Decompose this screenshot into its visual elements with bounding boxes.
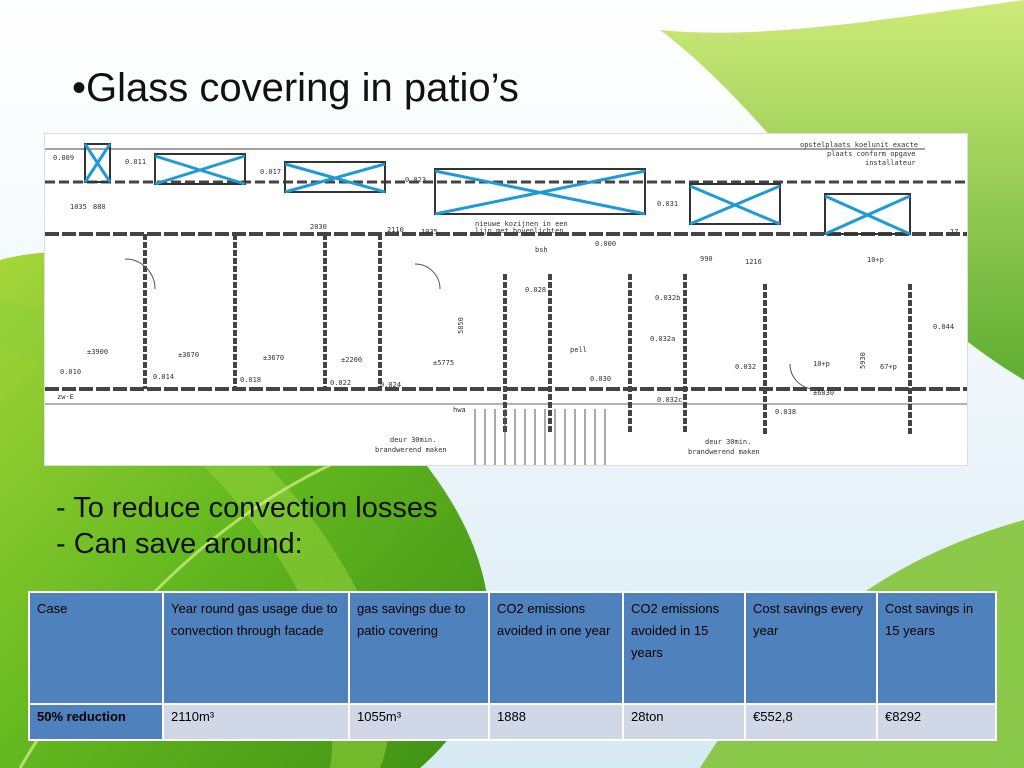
- plan-label: brandwerend maken: [375, 446, 447, 454]
- table-cell: 50% reduction: [28, 703, 164, 741]
- plan-label: 0.044: [933, 323, 954, 331]
- plan-label: lijn met bovenlichten: [475, 227, 564, 235]
- plan-label: 67+p: [880, 363, 897, 371]
- plan-label: 10+p: [813, 360, 830, 368]
- plan-label: 0.009: [53, 154, 74, 162]
- plan-label: 0.032a: [650, 335, 675, 343]
- plan-label: 0.000: [595, 240, 616, 248]
- table-cell: 28ton: [622, 703, 746, 741]
- plan-label: 0.032b: [655, 294, 680, 302]
- header-case: Case: [28, 591, 164, 705]
- plan-label: deur 30min.: [390, 436, 436, 444]
- plan-label: 2030: [310, 223, 327, 231]
- header-gas-usage: Year round gas usage due to convection t…: [162, 591, 350, 705]
- plan-label: ±3670: [263, 354, 284, 362]
- plan-label: 10+p: [867, 256, 884, 264]
- plan-label: 0.010: [60, 368, 81, 376]
- slide-title: •Glass covering in patio’s: [72, 66, 519, 110]
- plan-label: ±2200: [341, 356, 362, 364]
- table-row: 50% reduction 2110m³ 1055m³ 1888 28ton €…: [28, 703, 997, 741]
- plan-label: ±3900: [87, 348, 108, 356]
- savings-table: Case Year round gas usage due to convect…: [28, 591, 997, 741]
- plan-label: 5850: [457, 317, 465, 334]
- bullet-list: - To reduce convection losses - Can save…: [56, 490, 438, 562]
- plan-label: zw-E: [57, 393, 74, 401]
- plan-label: 0.018: [240, 376, 261, 384]
- table-cell: 2110m³: [162, 703, 350, 741]
- plan-label: 880: [93, 203, 106, 211]
- plan-label: 1216: [745, 258, 762, 266]
- plan-label: 0.014: [153, 373, 174, 381]
- plan-label: ±5775: [433, 359, 454, 367]
- table-cell: 1055m³: [348, 703, 490, 741]
- plan-label: 0.031: [657, 200, 678, 208]
- plan-label: 0.030: [590, 375, 611, 383]
- plan-label: pell: [570, 346, 587, 354]
- bullet-item: - Can save around:: [56, 528, 303, 560]
- table-cell: 1888: [488, 703, 624, 741]
- floor-plan-image: 0.009 0.011 0.017 0.023 0.031 0.000 0.02…: [44, 133, 968, 466]
- plan-label: ±6030: [813, 389, 834, 397]
- plan-label: 5930: [859, 352, 867, 369]
- plan-label: 1035: [421, 228, 438, 236]
- plan-label: 0.032c: [657, 396, 682, 404]
- table-cell: €552,8: [744, 703, 878, 741]
- plan-label: plaats conform opgave: [827, 150, 916, 158]
- bullet-item: - To reduce convection losses: [56, 492, 438, 524]
- plan-label: hwa: [453, 406, 466, 414]
- plan-label: 0.038: [775, 408, 796, 416]
- plan-label: brandwerend maken: [688, 448, 760, 456]
- table-header-row: Case Year round gas usage due to convect…: [28, 591, 997, 705]
- table-cell: €8292: [876, 703, 997, 741]
- plan-label: 0.022: [330, 379, 351, 387]
- plan-label: 990: [700, 255, 713, 263]
- plan-label: 17: [950, 228, 958, 236]
- plan-label: 0.017: [260, 168, 281, 176]
- plan-label: installateur: [865, 159, 916, 167]
- plan-label: bsh: [535, 246, 548, 254]
- header-co2-15-years: CO2 emissions avoided in 15 years: [622, 591, 746, 705]
- header-co2-year: CO2 emissions avoided in one year: [488, 591, 624, 705]
- header-cost-15-years: Cost savings in 15 years: [876, 591, 997, 705]
- plan-label: 0.011: [125, 158, 146, 166]
- header-cost-year: Cost savings every year: [744, 591, 878, 705]
- plan-label: ±3670: [178, 351, 199, 359]
- plan-label: 0.032: [735, 363, 756, 371]
- plan-label: 0.028: [525, 286, 546, 294]
- plan-label: 0.023: [405, 176, 426, 184]
- plan-label: 2110: [387, 226, 404, 234]
- header-gas-savings: gas savings due to patio covering: [348, 591, 490, 705]
- plan-label: deur 30min.: [705, 438, 751, 446]
- plan-label: 0.024: [380, 381, 401, 389]
- plan-label: opstelplaats koelunit exacte: [800, 141, 918, 149]
- plan-label: 1035: [70, 203, 87, 211]
